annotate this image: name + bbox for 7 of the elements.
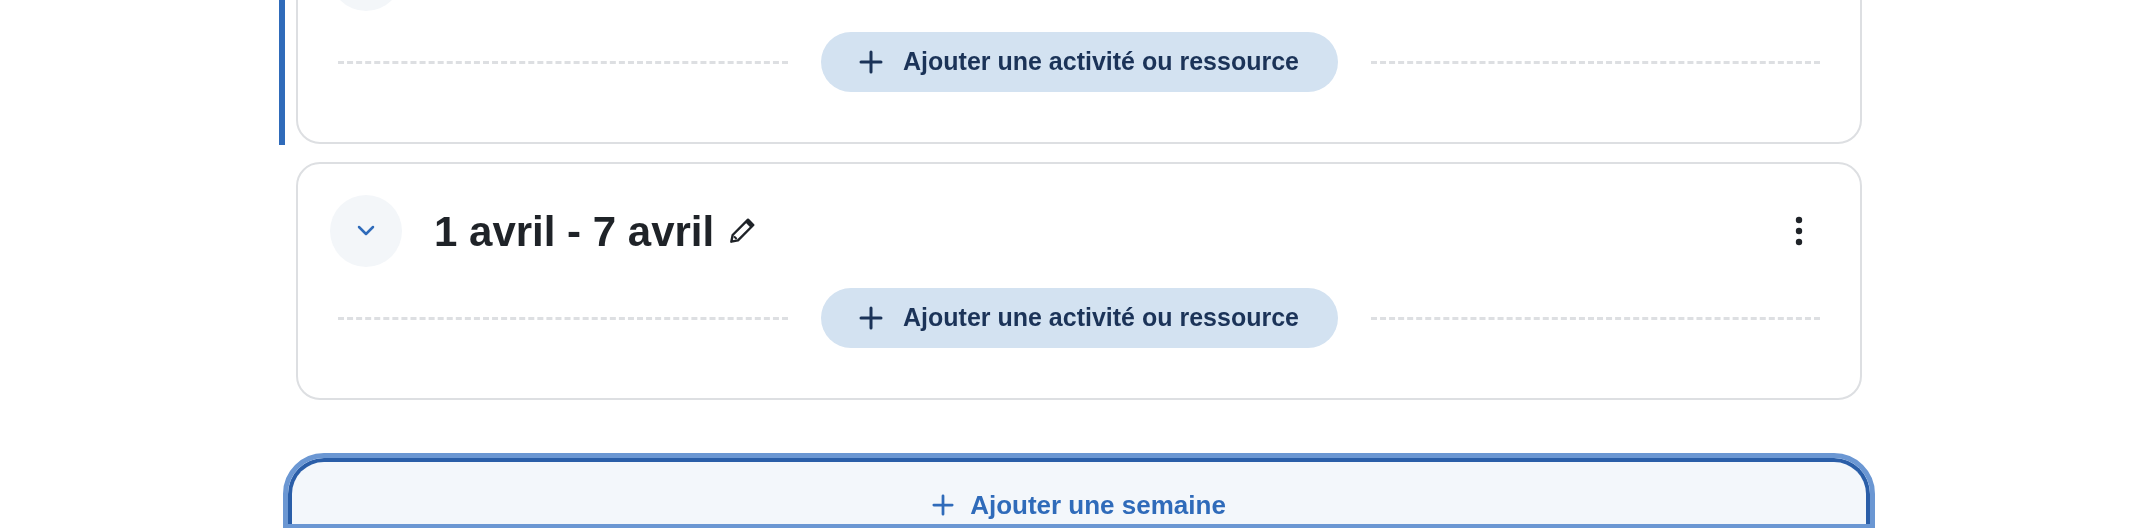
plus-icon [859,306,883,330]
add-activity-button[interactable]: Ajouter une activité ou ressource [820,32,1338,92]
section-title: 1 avril - 7 avril [434,206,715,257]
plus-icon [859,50,883,74]
add-activity-button[interactable]: Ajouter une activité ou ressource [820,288,1338,348]
plus-icon [932,494,955,516]
more-options-icon[interactable] [1794,216,1804,246]
